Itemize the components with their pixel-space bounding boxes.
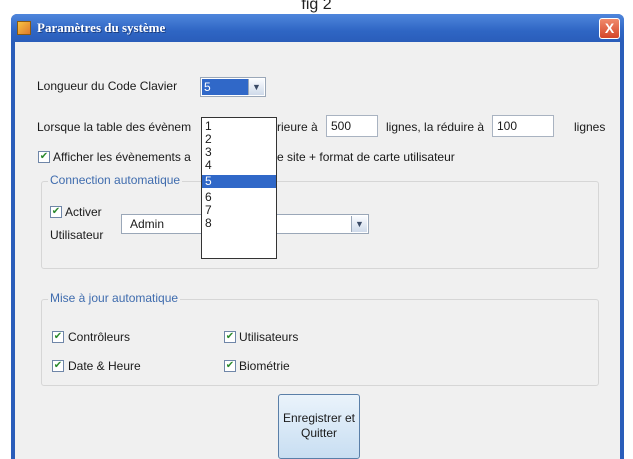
dropdown-option[interactable]: 1 — [202, 120, 276, 133]
close-button[interactable]: X — [599, 18, 620, 39]
show-events-label-end: e site + format de carte utilisateur — [277, 150, 455, 164]
chevron-down-icon[interactable]: ▼ — [248, 79, 264, 95]
keyboard-code-dropdown-list[interactable]: 1 2 3 4 5 6 7 8 — [201, 117, 277, 259]
users-label: Utilisateurs — [239, 330, 299, 344]
chevron-down-icon[interactable]: ▼ — [351, 216, 367, 232]
event-table-label-middle: rieure à — [277, 120, 318, 134]
show-events-label-start: Afficher les évènements a — [53, 150, 191, 164]
enable-label: Activer — [65, 205, 102, 219]
reduce-to-label: lignes, la réduire à — [386, 120, 485, 134]
max-lines-input[interactable]: 500 — [326, 115, 378, 137]
auto-update-title: Mise à jour automatique — [48, 291, 181, 305]
keyboard-code-combo[interactable]: 5 ▼ — [200, 77, 266, 97]
controllers-label: Contrôleurs — [68, 330, 131, 344]
dropdown-option[interactable]: 6 — [202, 191, 276, 204]
biometrics-checkbox[interactable]: ✔ — [224, 360, 236, 372]
figure-caption: fig 2 — [301, 0, 332, 13]
enable-auto-connection-checkbox[interactable]: ✔ — [50, 206, 62, 218]
dropdown-option[interactable]: 2 — [202, 133, 276, 146]
checkmark-icon: ✔ — [53, 360, 63, 371]
save-button-line2: Quitter — [300, 426, 337, 440]
checkmark-icon: ✔ — [39, 151, 49, 162]
event-table-label-start: Lorsque la table des évènem — [37, 120, 192, 134]
lines-suffix-label: lignes — [574, 120, 606, 134]
dropdown-option-selected[interactable]: 5 — [202, 175, 276, 188]
dropdown-option[interactable]: 7 — [202, 204, 276, 217]
settings-window: Paramètres du système X Longueur du Code… — [11, 14, 624, 459]
reduce-to-input[interactable]: 100 — [492, 115, 554, 137]
app-icon — [17, 21, 31, 35]
user-label: Utilisateur — [50, 228, 104, 242]
window-content: Longueur du Code Clavier 5 ▼ Lorsque la … — [15, 42, 620, 459]
user-select-value: Admin — [130, 217, 165, 231]
auto-connection-title: Connection automatique — [48, 173, 183, 187]
checkmark-icon: ✔ — [225, 331, 235, 342]
save-and-quit-button[interactable]: Enregistrer et Quitter — [278, 394, 360, 459]
keyboard-code-label: Longueur du Code Clavier — [37, 79, 178, 93]
checkmark-icon: ✔ — [51, 206, 61, 217]
window-title: Paramètres du système — [37, 20, 166, 35]
checkmark-icon: ✔ — [225, 360, 235, 371]
date-time-label: Date & Heure — [68, 359, 141, 373]
checkmark-icon: ✔ — [53, 331, 63, 342]
dropdown-option[interactable]: 3 — [202, 146, 276, 159]
dropdown-option[interactable]: 4 — [202, 159, 276, 172]
save-button-line1: Enregistrer et — [282, 411, 356, 425]
users-checkbox[interactable]: ✔ — [224, 331, 236, 343]
dropdown-option[interactable]: 8 — [202, 217, 276, 230]
biometrics-label: Biométrie — [239, 359, 290, 373]
close-icon: X — [604, 20, 615, 36]
show-events-checkbox[interactable]: ✔ — [38, 151, 50, 163]
date-time-checkbox[interactable]: ✔ — [52, 360, 64, 372]
title-bar[interactable]: Paramètres du système X — [11, 14, 624, 42]
keyboard-code-value: 5 — [202, 79, 252, 95]
controllers-checkbox[interactable]: ✔ — [52, 331, 64, 343]
